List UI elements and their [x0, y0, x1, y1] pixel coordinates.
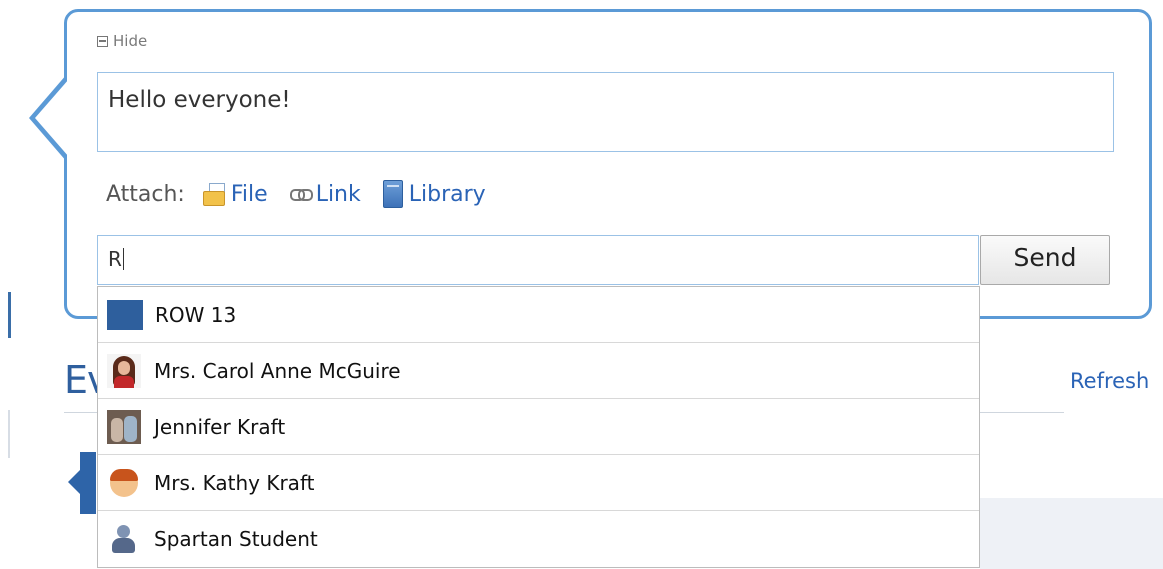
- left-edge-bar: [8, 292, 11, 338]
- suggestion-item[interactable]: Spartan Student: [98, 511, 979, 567]
- attach-link-button[interactable]: Link: [289, 181, 361, 207]
- hide-toggle[interactable]: Hide: [97, 32, 147, 50]
- send-button[interactable]: Send: [980, 235, 1110, 285]
- feed-item-marker: [68, 452, 96, 514]
- suggestion-item[interactable]: Mrs. Carol Anne McGuire: [98, 343, 979, 399]
- library-icon: [382, 180, 403, 208]
- attach-library-label: Library: [408, 181, 486, 207]
- suggestion-label: Mrs. Kathy Kraft: [154, 470, 315, 495]
- recipient-text: R: [108, 247, 122, 271]
- suggestion-item[interactable]: ROW 13: [98, 287, 979, 343]
- suggestion-label: ROW 13: [155, 302, 237, 327]
- link-icon: [289, 189, 313, 201]
- attach-library-button[interactable]: Library: [382, 180, 486, 208]
- message-text: Hello everyone!: [108, 87, 291, 113]
- text-caret: [122, 248, 124, 270]
- attach-link-label: Link: [315, 181, 361, 207]
- attach-file-button[interactable]: File: [202, 181, 268, 207]
- user-photo-icon: [107, 353, 141, 388]
- suggestion-label: Mrs. Carol Anne McGuire: [154, 358, 401, 383]
- feed-panel: [980, 498, 1163, 569]
- recipient-input[interactable]: R: [97, 235, 979, 285]
- user-avatar-icon: [107, 466, 141, 500]
- suggestion-item[interactable]: Jennifer Kraft: [98, 399, 979, 455]
- attach-label: Attach:: [106, 181, 185, 207]
- user-photo-icon: [107, 409, 141, 444]
- suggestion-label: Spartan Student: [154, 527, 318, 551]
- message-input[interactable]: Hello everyone!: [97, 72, 1114, 152]
- composer-pointer-fill: [35, 79, 69, 157]
- left-edge-bar-lower: [8, 410, 10, 458]
- group-square-icon: [107, 299, 143, 330]
- attach-bar: Attach: File Link Library: [106, 180, 508, 208]
- refresh-link[interactable]: Refresh: [1070, 369, 1149, 393]
- recipient-suggestions: ROW 13 Mrs. Carol Anne McGuire Jennifer …: [97, 286, 980, 568]
- attach-file-label: File: [230, 181, 268, 207]
- default-user-icon: [107, 522, 141, 556]
- collapse-icon: [97, 35, 108, 47]
- hide-label: Hide: [113, 32, 148, 50]
- suggestion-item[interactable]: Mrs. Kathy Kraft: [98, 455, 979, 511]
- suggestion-label: Jennifer Kraft: [154, 414, 286, 439]
- file-icon: [202, 183, 225, 206]
